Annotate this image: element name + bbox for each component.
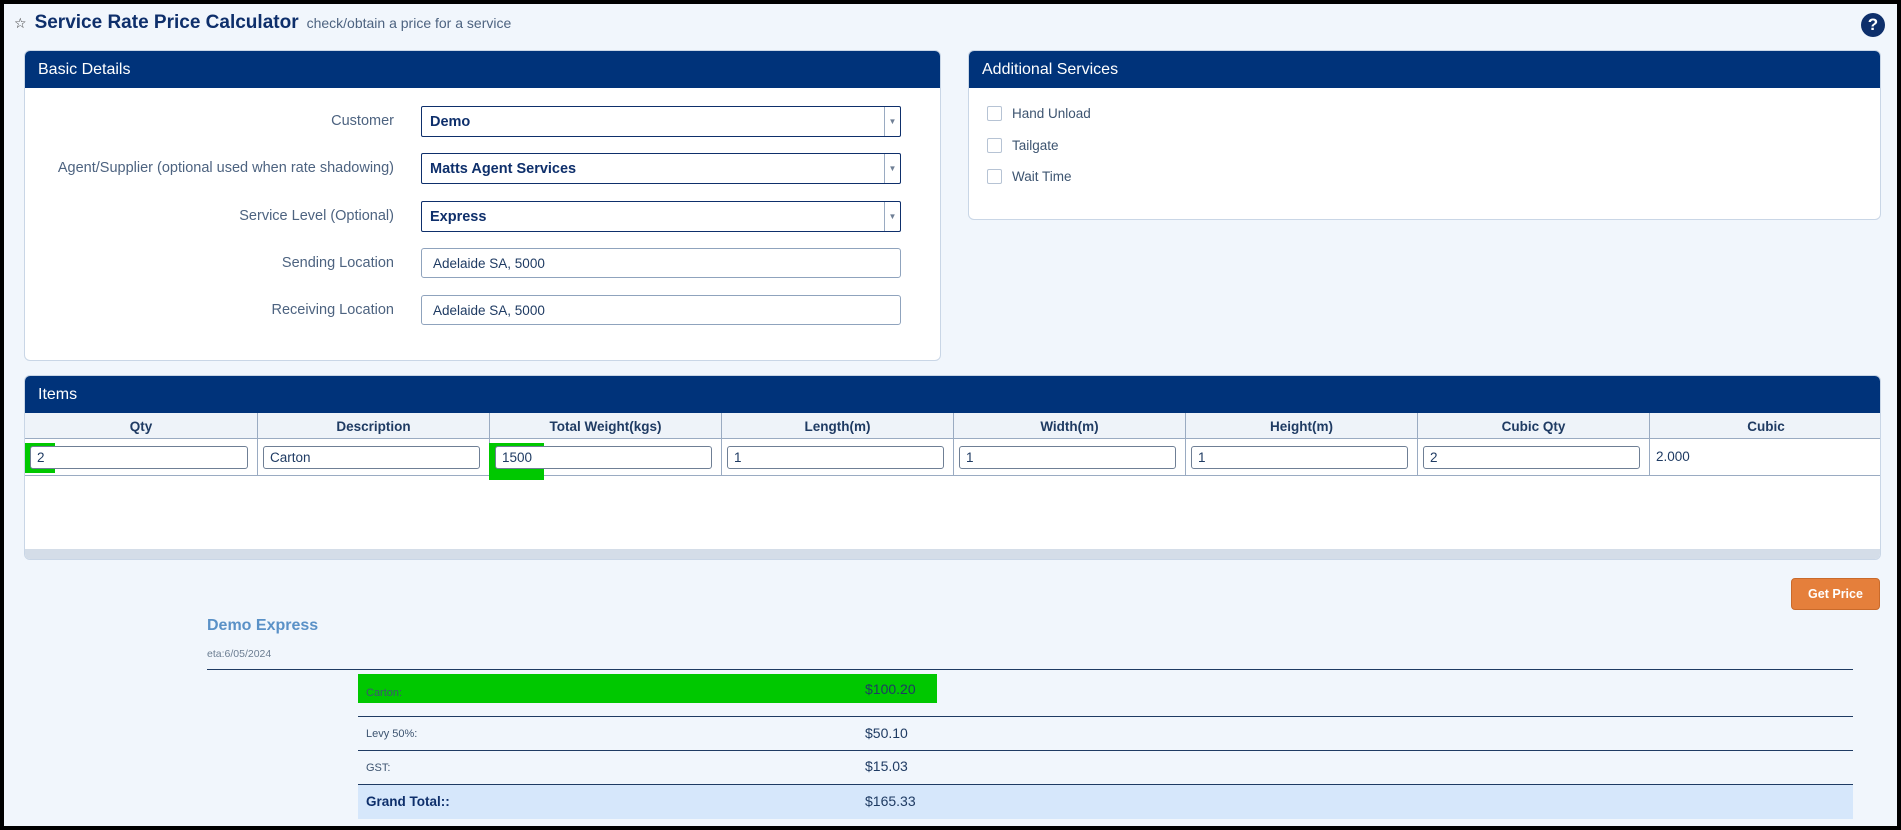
column-header-width[interactable]: Width(m)	[954, 413, 1186, 439]
agent-label: Agent/Supplier (optional used when rate …	[57, 160, 394, 176]
service-level-value: Express	[430, 208, 487, 225]
receiving-location-label: Receiving Location	[271, 302, 394, 318]
wait-time-option[interactable]: Wait Time	[987, 169, 1072, 184]
weight-cell: 1500	[489, 439, 722, 480]
description-cell: Carton	[258, 439, 490, 476]
column-header-description[interactable]: Description	[258, 413, 490, 439]
agent-row: Agent/Supplier (optional used when rate …	[25, 153, 940, 184]
get-price-button[interactable]: Get Price	[1791, 578, 1880, 610]
wait-time-checkbox[interactable]	[987, 169, 1002, 184]
column-header-length[interactable]: Length(m)	[722, 413, 954, 439]
table-header-row: Qty Description Total Weight(kgs) Length…	[25, 413, 1880, 439]
weight-input[interactable]: 1500	[495, 446, 712, 469]
page-title: Service Rate Price Calculator	[34, 12, 299, 33]
price-line-levy: Levy 50%: $50.10	[358, 716, 1853, 750]
app-frame: ☆ Service Rate Price Calculator check/ob…	[0, 0, 1901, 830]
height-cell: 1	[1186, 439, 1418, 476]
star-icon[interactable]: ☆	[14, 15, 27, 32]
service-level-label: Service Level (Optional)	[239, 208, 394, 224]
receiving-location-input[interactable]: Adelaide SA, 5000	[421, 295, 901, 325]
items-panel: Items Qty Description Total Weight(kgs) …	[24, 375, 1881, 560]
grand-total-label: Grand Total::	[366, 794, 450, 809]
grand-total-row: Grand Total:: $165.33	[358, 784, 1853, 819]
chevron-down-icon[interactable]: ▼	[884, 107, 900, 136]
horizontal-scrollbar[interactable]	[25, 549, 1880, 559]
agent-select[interactable]: Matts Agent Services ▼	[421, 153, 901, 184]
chevron-down-icon[interactable]: ▼	[884, 202, 900, 231]
row-divider	[358, 716, 1853, 717]
cubic-qty-input[interactable]: 2	[1423, 446, 1640, 469]
sending-location-label: Sending Location	[281, 255, 394, 271]
agent-value: Matts Agent Services	[430, 160, 577, 177]
qty-input[interactable]: 2	[30, 446, 248, 469]
qty-cell: 2	[25, 439, 258, 476]
receiving-location-row: Receiving Location Adelaide SA, 5000	[25, 295, 940, 326]
chevron-down-icon[interactable]: ▼	[884, 154, 900, 183]
length-input[interactable]: 1	[727, 446, 944, 469]
gst-label: GST:	[366, 762, 391, 774]
result-divider	[207, 669, 1853, 670]
customer-row: Customer Demo ▼	[25, 106, 940, 137]
customer-value: Demo	[430, 113, 471, 130]
tailgate-label: Tailgate	[1012, 138, 1059, 153]
basic-details-panel: Basic Details Customer Demo ▼ Agent/Supp…	[24, 50, 941, 361]
column-header-height[interactable]: Height(m)	[1186, 413, 1418, 439]
service-level-row: Service Level (Optional) Express ▼	[25, 201, 940, 232]
grand-total-value: $165.33	[865, 793, 916, 809]
customer-label: Customer	[331, 113, 394, 129]
page-subtitle: check/obtain a price for a service	[306, 15, 512, 31]
levy-label: Levy 50%:	[366, 728, 418, 740]
width-input[interactable]: 1	[959, 446, 1176, 469]
column-header-weight[interactable]: Total Weight(kgs)	[490, 413, 722, 439]
hand-unload-checkbox[interactable]	[987, 106, 1002, 121]
hand-unload-option[interactable]: Hand Unload	[987, 106, 1091, 121]
help-icon[interactable]: ?	[1861, 13, 1885, 37]
length-cell: 1	[722, 439, 954, 476]
gst-value: $15.03	[865, 758, 908, 774]
width-cell: 1	[954, 439, 1186, 476]
tailgate-checkbox[interactable]	[987, 138, 1002, 153]
sending-location-row: Sending Location Adelaide SA, 5000	[25, 248, 940, 279]
result-eta: eta:6/05/2024	[207, 648, 272, 660]
column-header-cubic-qty[interactable]: Cubic Qty	[1418, 413, 1650, 439]
table-row: 2 Carton 1500 1 1 1 2 2.000	[25, 439, 1880, 480]
tailgate-option[interactable]: Tailgate	[987, 138, 1059, 153]
result-title: Demo Express	[207, 617, 319, 634]
price-line-carton: Carton: $100.20	[358, 674, 1853, 716]
cubic-value: 2.000	[1656, 449, 1690, 464]
column-header-qty[interactable]: Qty	[25, 413, 258, 439]
carton-value: $100.20	[865, 681, 916, 697]
wait-time-label: Wait Time	[1012, 169, 1072, 184]
row-divider	[358, 750, 1853, 751]
page-header: ☆ Service Rate Price Calculator check/ob…	[14, 12, 511, 36]
description-input[interactable]: Carton	[263, 446, 480, 469]
carton-label: Carton:	[366, 687, 403, 699]
levy-value: $50.10	[865, 725, 908, 741]
additional-services-panel: Additional Services Hand Unload Tailgate…	[968, 50, 1881, 220]
cubic-qty-cell: 2	[1418, 439, 1650, 476]
column-header-cubic[interactable]: Cubic	[1650, 413, 1880, 439]
hand-unload-label: Hand Unload	[1012, 106, 1091, 121]
height-input[interactable]: 1	[1191, 446, 1408, 469]
items-header: Items	[25, 376, 1880, 413]
service-level-select[interactable]: Express ▼	[421, 201, 901, 232]
price-line-gst: GST: $15.03	[358, 750, 1853, 784]
cubic-cell: 2.000	[1650, 439, 1880, 476]
sending-location-input[interactable]: Adelaide SA, 5000	[421, 248, 901, 278]
basic-details-header: Basic Details	[25, 51, 940, 88]
customer-select[interactable]: Demo ▼	[421, 106, 901, 137]
row-divider	[358, 784, 1853, 785]
additional-services-header: Additional Services	[969, 51, 1880, 88]
